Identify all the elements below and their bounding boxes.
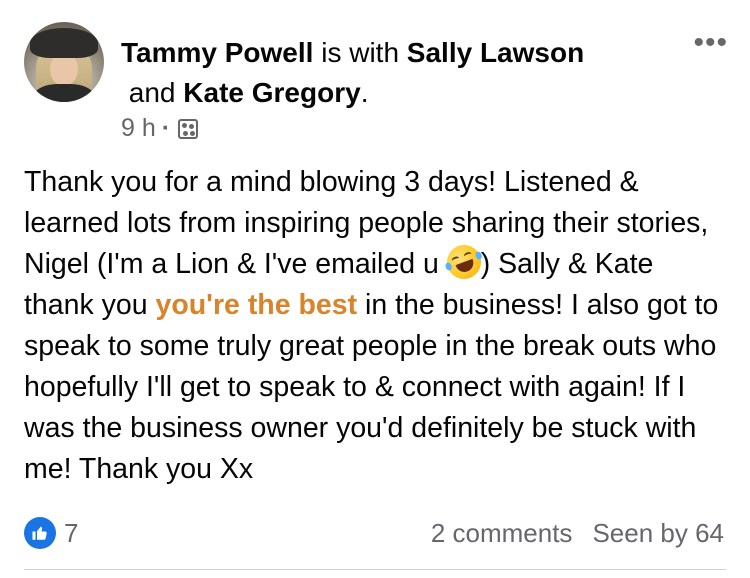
rolling-on-floor-laughing-emoji-icon bbox=[441, 240, 486, 284]
header-period: . bbox=[360, 77, 369, 108]
post-footer: 7 2 comments Seen by 64 bbox=[24, 514, 724, 554]
thumbs-up-icon bbox=[32, 526, 47, 540]
seen-by-count[interactable]: Seen by 64 bbox=[592, 518, 724, 548]
meta-separator: · bbox=[161, 114, 171, 142]
post-meta: 9 h · bbox=[121, 114, 199, 143]
comments-count[interactable]: 2 comments bbox=[431, 518, 573, 548]
footer-divider bbox=[24, 569, 726, 570]
author-avatar[interactable] bbox=[24, 22, 104, 102]
avatar-hat bbox=[30, 28, 98, 58]
post-stats: 2 comments Seen by 64 bbox=[431, 518, 724, 549]
avatar-coat bbox=[34, 84, 94, 102]
and-text: and bbox=[121, 77, 184, 108]
tagged-person-2[interactable]: Kate Gregory bbox=[183, 77, 360, 108]
more-options-icon[interactable]: ••• bbox=[693, 28, 728, 58]
post-timestamp[interactable]: 9 h bbox=[121, 114, 156, 143]
custom-audience-icon[interactable] bbox=[178, 118, 199, 139]
like-icon[interactable] bbox=[24, 517, 56, 549]
tagged-person-1[interactable]: Sally Lawson bbox=[407, 37, 584, 68]
reaction-count[interactable]: 7 bbox=[64, 518, 78, 549]
author-name[interactable]: Tammy Powell bbox=[121, 37, 313, 68]
post-header: Tammy Powell is with Sally Lawson and Ka… bbox=[121, 33, 641, 113]
post-text-highlight: you're the best bbox=[155, 289, 358, 321]
post-body: Thank you for a mind blowing 3 days! Lis… bbox=[24, 162, 729, 490]
with-text: is with bbox=[313, 37, 407, 68]
